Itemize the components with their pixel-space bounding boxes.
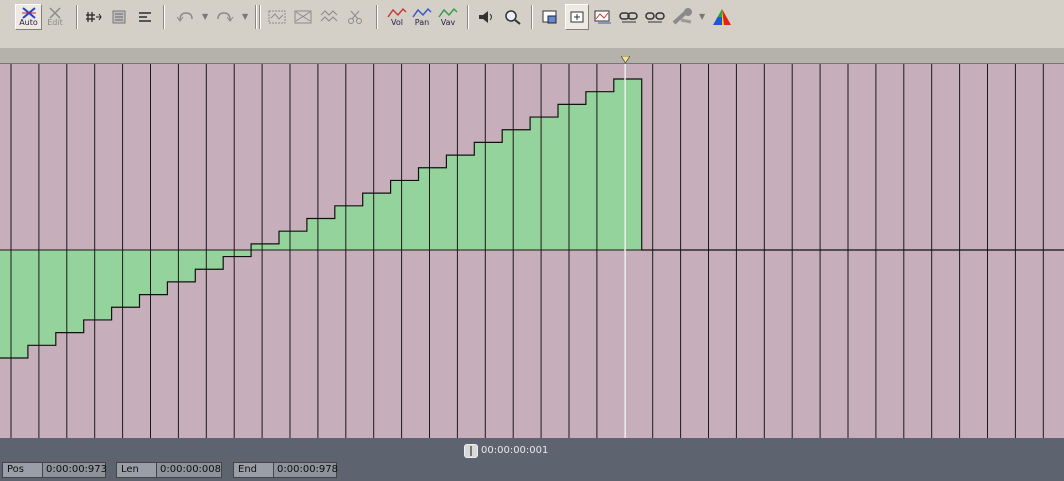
- vav-envelope-button[interactable]: Vav: [435, 4, 461, 30]
- vav-caption: Vav: [440, 18, 456, 27]
- envelope-step: [390, 180, 419, 250]
- stack-icon: [112, 10, 126, 24]
- envelope-step: [167, 250, 196, 282]
- link-clips-button[interactable]: [617, 4, 641, 30]
- envelope-canvas[interactable]: [0, 64, 1064, 438]
- toolbar-separator: [259, 5, 261, 29]
- envelope-step: [306, 218, 336, 250]
- speaker-button[interactable]: [474, 4, 498, 30]
- envelope-step: [55, 250, 85, 333]
- end-field[interactable]: End 0:00:00:978: [233, 462, 338, 478]
- undo-dropdown-arrow-icon[interactable]: ▼: [202, 12, 208, 21]
- select-all-button[interactable]: [291, 4, 315, 30]
- end-label: End: [233, 462, 273, 478]
- redo-dropdown-arrow-icon[interactable]: ▼: [242, 12, 248, 21]
- len-label: Len: [116, 462, 156, 478]
- envelope-step: [139, 250, 168, 295]
- envelope-step: [558, 104, 587, 250]
- envelope-step: [83, 250, 113, 320]
- select-all-icon: [294, 10, 312, 24]
- pos-field[interactable]: Pos 0:00:00:973: [2, 462, 107, 478]
- redo-icon: [217, 12, 234, 22]
- magnifier-icon: [505, 10, 521, 25]
- envelope-step: [362, 193, 392, 250]
- tools-button[interactable]: [669, 4, 697, 30]
- vol-caption: Vol: [391, 18, 403, 27]
- envelope-step: [279, 231, 308, 250]
- undo-button[interactable]: [170, 4, 200, 30]
- playhead-marker-icon[interactable]: [621, 56, 630, 63]
- envelope-step: [585, 91, 615, 250]
- status-bar: 00:00:00:001 Pos 0:00:00:973 Len 0:00:00…: [0, 438, 1064, 481]
- toolbar-separator: [467, 5, 469, 29]
- thin-button[interactable]: [317, 4, 341, 30]
- envelope-step: [0, 250, 29, 358]
- envelope-step: [446, 155, 475, 250]
- zoom-button[interactable]: [501, 4, 525, 30]
- envelope-step: [418, 167, 447, 250]
- scissors-icon: [348, 10, 362, 24]
- edit-envelope-button[interactable]: Edit: [43, 4, 67, 30]
- timeline-ruler[interactable]: [0, 36, 1064, 64]
- unlink-clips-button[interactable]: [643, 4, 667, 30]
- snap-grid-button[interactable]: [565, 4, 589, 30]
- toolbar-separator: [255, 5, 257, 29]
- thin-icon: [320, 10, 338, 22]
- grid-snap-icon: [570, 11, 584, 23]
- pan-envelope-button[interactable]: Pan: [409, 4, 435, 30]
- envelope-link-icon: [594, 10, 611, 24]
- stack-button[interactable]: [108, 4, 130, 30]
- envelope-link-button[interactable]: [591, 4, 615, 30]
- redo-button[interactable]: [210, 4, 240, 30]
- envelope-step: [223, 250, 252, 257]
- auto-envelope-button[interactable]: Auto: [15, 4, 42, 30]
- len-value[interactable]: 0:00:00:008: [156, 462, 222, 478]
- align-button[interactable]: [134, 4, 156, 30]
- spectrum-triangle-icon: [713, 9, 731, 25]
- envelope-step: [474, 142, 503, 250]
- speaker-icon: [479, 11, 492, 23]
- chain-link-icon: [619, 12, 638, 23]
- edit-caption: Edit: [47, 18, 63, 27]
- toolbar-separator: [376, 5, 378, 29]
- envelope-step: [195, 250, 224, 270]
- lock-window-icon: [542, 10, 557, 24]
- toolbar: Auto Edit ▼ ▼ Vol Pan Vav ▼: [0, 0, 1064, 37]
- snap-icon: [86, 12, 102, 22]
- toolbar-separator: [163, 5, 165, 29]
- undo-icon: [176, 12, 193, 22]
- toolbar-separator: [531, 5, 533, 29]
- envelope-step: [27, 250, 57, 346]
- snap-button[interactable]: [83, 4, 105, 30]
- envelope-step: [613, 79, 643, 250]
- align-icon: [139, 12, 151, 22]
- pan-caption: Pan: [414, 18, 430, 27]
- envelope-editor-track[interactable]: [0, 64, 1064, 438]
- pos-label: Pos: [2, 462, 42, 478]
- envelope-step: [502, 129, 531, 250]
- tools-dropdown-arrow-icon[interactable]: ▼: [699, 12, 705, 21]
- toolbar-separator: [76, 5, 78, 29]
- time-position-readout: 00:00:00:001: [481, 445, 549, 456]
- color-button[interactable]: [709, 4, 735, 30]
- pos-value[interactable]: 0:00:00:973: [42, 462, 107, 478]
- envelope-step: [251, 243, 280, 250]
- lock-button[interactable]: [538, 4, 562, 30]
- select-region-icon: [268, 10, 286, 24]
- end-value[interactable]: 0:00:00:978: [273, 462, 338, 478]
- envelope-step: [530, 117, 559, 250]
- len-field[interactable]: Len 0:00:00:008: [116, 462, 222, 478]
- select-region-button[interactable]: [265, 4, 289, 30]
- auto-caption: Auto: [19, 18, 38, 27]
- time-scroll-handle[interactable]: [464, 444, 478, 458]
- cut-button[interactable]: [343, 4, 367, 30]
- wrench-tools-icon: [672, 8, 692, 25]
- volume-envelope-button[interactable]: Vol: [384, 4, 410, 30]
- envelope-step: [334, 205, 364, 250]
- chain-unlink-icon: [645, 12, 665, 23]
- envelope-step: [111, 250, 140, 308]
